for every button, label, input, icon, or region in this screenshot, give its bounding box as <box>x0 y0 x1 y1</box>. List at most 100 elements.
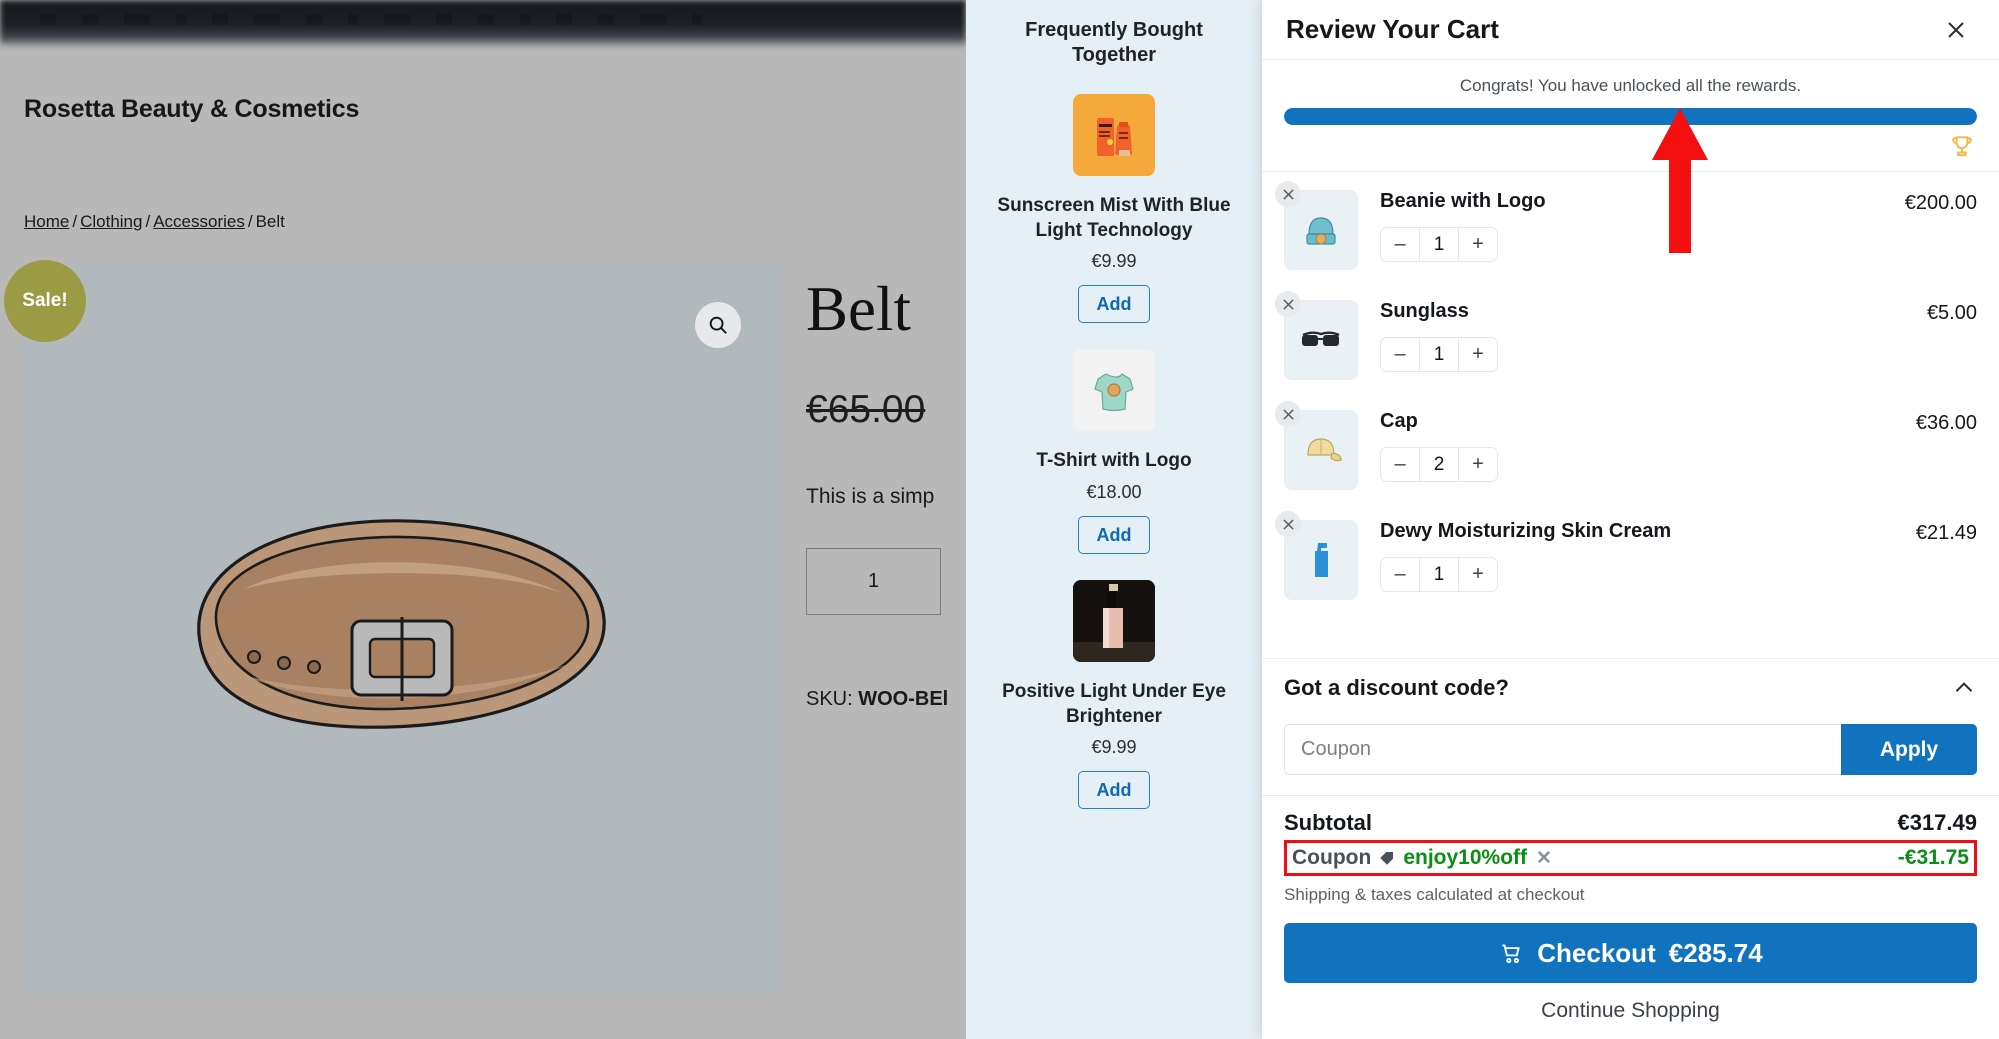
subtotal-label: Subtotal <box>1284 810 1372 835</box>
cart-header: Review Your Cart <box>1262 0 1999 60</box>
cart-item-name: Beanie with Logo <box>1380 190 1546 212</box>
cart-item-row: Cap – 2 + €36.00 <box>1275 392 1977 502</box>
fbt-product-image-brightener[interactable] <box>1073 580 1155 663</box>
fbt-product-image-tshirt[interactable] <box>1073 349 1155 432</box>
trophy-row <box>1284 133 1977 159</box>
cart-item-details: Sunglass – 1 + <box>1380 300 1927 372</box>
close-icon[interactable] <box>1939 13 1973 47</box>
fbt-add-button[interactable]: Add <box>1078 285 1150 324</box>
quantity-decrease-button[interactable]: – <box>1381 228 1419 261</box>
fbt-add-button[interactable]: Add <box>1078 516 1150 555</box>
discount-toggle[interactable]: Got a discount code? <box>1284 675 1977 701</box>
trophy-icon <box>1952 136 1972 157</box>
fbt-product-name: T-Shirt with Logo <box>1036 450 1192 472</box>
breadcrumb-item-home[interactable]: Home <box>24 212 69 231</box>
cart-drawer: Review Your Cart Congrats! You have unlo… <box>1262 0 1999 1039</box>
quantity-increase-button[interactable]: + <box>1459 338 1497 371</box>
quantity-decrease-button[interactable]: – <box>1381 338 1419 371</box>
screen: Rosetta Beauty & Cosmetics Home / Clothing… <box>0 0 1999 1039</box>
product-gallery[interactable] <box>24 264 781 994</box>
product-old-price: €65.00 <box>806 388 926 431</box>
cart-item-thumb-wrap <box>1275 511 1358 600</box>
shipping-note: Shipping & taxes calculated at checkout <box>1284 885 1585 904</box>
breadcrumb-separator: / <box>247 212 253 231</box>
breadcrumb: Home / Clothing / Accessories / Belt <box>24 212 285 232</box>
fbt-product-image-sunscreen[interactable] <box>1073 94 1155 176</box>
product-title: Belt <box>806 274 911 344</box>
quantity-increase-button[interactable]: + <box>1459 448 1497 481</box>
product-image <box>197 519 606 729</box>
search-icon[interactable] <box>695 302 741 348</box>
checkout-label: Checkout <box>1537 937 1656 968</box>
cart-item-price: €5.00 <box>1926 302 1977 324</box>
breadcrumb-separator: / <box>72 212 78 231</box>
remove-item-icon[interactable] <box>1275 511 1301 537</box>
rewards-progress-fill <box>1284 108 1977 125</box>
coupon-entry-row: Apply <box>1284 724 1977 775</box>
sku-value: WOO-BEl <box>858 688 949 710</box>
rewards-progress-section: Congrats! You have unlocked all the rewa… <box>1262 60 1999 172</box>
remove-coupon-icon[interactable]: ✕ <box>1536 847 1552 870</box>
cart-item-row: Sunglass – 1 + €5.00 <box>1275 282 1977 392</box>
subtotal-row: Subtotal €317.49 <box>1284 810 1977 836</box>
quantity-value: 1 <box>1419 228 1459 261</box>
store-title: Rosetta Beauty & Cosmetics <box>24 95 360 123</box>
applied-coupon-label: Coupon <box>1292 846 1372 869</box>
quantity-value: 1 <box>1419 338 1459 371</box>
discount-section: Got a discount code? Apply <box>1262 658 1999 795</box>
cart-item-thumb-wrap <box>1275 401 1358 490</box>
frequently-bought-together-panel: Frequently Bought Together Sunscreen Mis… <box>966 0 1262 1039</box>
fbt-product-price: €9.99 <box>1091 251 1137 272</box>
chevron-up-icon[interactable] <box>1951 675 1977 701</box>
breadcrumb-item-clothing[interactable]: Clothing <box>80 212 142 231</box>
fbt-product-price: €18.00 <box>1086 482 1142 503</box>
remove-item-icon[interactable] <box>1275 181 1301 207</box>
cart-item-name: Cap <box>1380 410 1418 432</box>
applied-coupon-row: Coupon enjoy10%off ✕ -€31.75 <box>1284 840 1977 876</box>
cart-item-name: Sunglass <box>1380 300 1469 322</box>
breadcrumb-separator: / <box>145 212 151 231</box>
rewards-message: Congrats! You have unlocked all the rewa… <box>1459 76 1802 95</box>
coupon-input[interactable] <box>1284 724 1841 775</box>
fbt-product-name: Positive Light Under Eye Brightener <box>1002 681 1226 727</box>
cart-item-price: €21.49 <box>1915 522 1977 544</box>
rewards-progress-bar <box>1284 108 1977 125</box>
tag-icon <box>1380 852 1394 865</box>
product-quantity-input[interactable]: 1 <box>806 548 941 615</box>
fbt-add-button[interactable]: Add <box>1078 771 1150 810</box>
quantity-increase-button[interactable]: + <box>1459 558 1497 591</box>
quantity-decrease-button[interactable]: – <box>1381 558 1419 591</box>
remove-item-icon[interactable] <box>1275 291 1301 317</box>
quantity-stepper[interactable]: – 1 + <box>1380 337 1498 372</box>
cart-item-price: €200.00 <box>1904 192 1977 214</box>
quantity-stepper[interactable]: – 2 + <box>1380 447 1498 482</box>
fbt-item: Sunscreen Mist With Blue Light Technolog… <box>982 94 1246 324</box>
cart-item-details: Beanie with Logo – 1 + <box>1380 190 1905 262</box>
remove-item-icon[interactable] <box>1275 401 1301 427</box>
fbt-product-name: Sunscreen Mist With Blue Light Technolog… <box>997 195 1231 241</box>
quantity-decrease-button[interactable]: – <box>1381 448 1419 481</box>
breadcrumb-item-accessories[interactable]: Accessories <box>153 212 245 231</box>
cart-icon <box>1502 944 1521 964</box>
cart-items-list[interactable]: Beanie with Logo – 1 + €200.00 Sunglass … <box>1262 172 1999 658</box>
fbt-title: Frequently Bought Together <box>1025 19 1203 66</box>
checkout-total: €285.74 <box>1668 937 1763 968</box>
quantity-stepper[interactable]: – 1 + <box>1380 227 1498 262</box>
product-sku: SKU: WOO-BEl <box>806 688 948 711</box>
quantity-increase-button[interactable]: + <box>1459 228 1497 261</box>
sale-badge: Sale! <box>4 260 86 342</box>
site-navigation-items <box>0 6 966 32</box>
quantity-value: 2 <box>1419 448 1459 481</box>
quantity-stepper[interactable]: – 1 + <box>1380 557 1498 592</box>
checkout-button[interactable]: Checkout €285.74 <box>1284 923 1977 983</box>
subtotal-value: €317.49 <box>1897 810 1977 835</box>
discount-heading: Got a discount code? <box>1284 675 1509 700</box>
quantity-value: 1 <box>1419 558 1459 591</box>
continue-shopping-button[interactable]: Continue Shopping <box>1284 999 1977 1023</box>
apply-coupon-button[interactable]: Apply <box>1841 724 1977 775</box>
sku-label: SKU: <box>806 688 853 710</box>
fbt-product-price: €9.99 <box>1091 737 1137 758</box>
cart-item-row: Dewy Moisturizing Skin Cream – 1 + €21.4… <box>1275 502 1977 612</box>
cart-item-thumb-wrap <box>1275 291 1358 380</box>
fbt-item: Positive Light Under Eye Brightener €9.9… <box>982 580 1246 810</box>
